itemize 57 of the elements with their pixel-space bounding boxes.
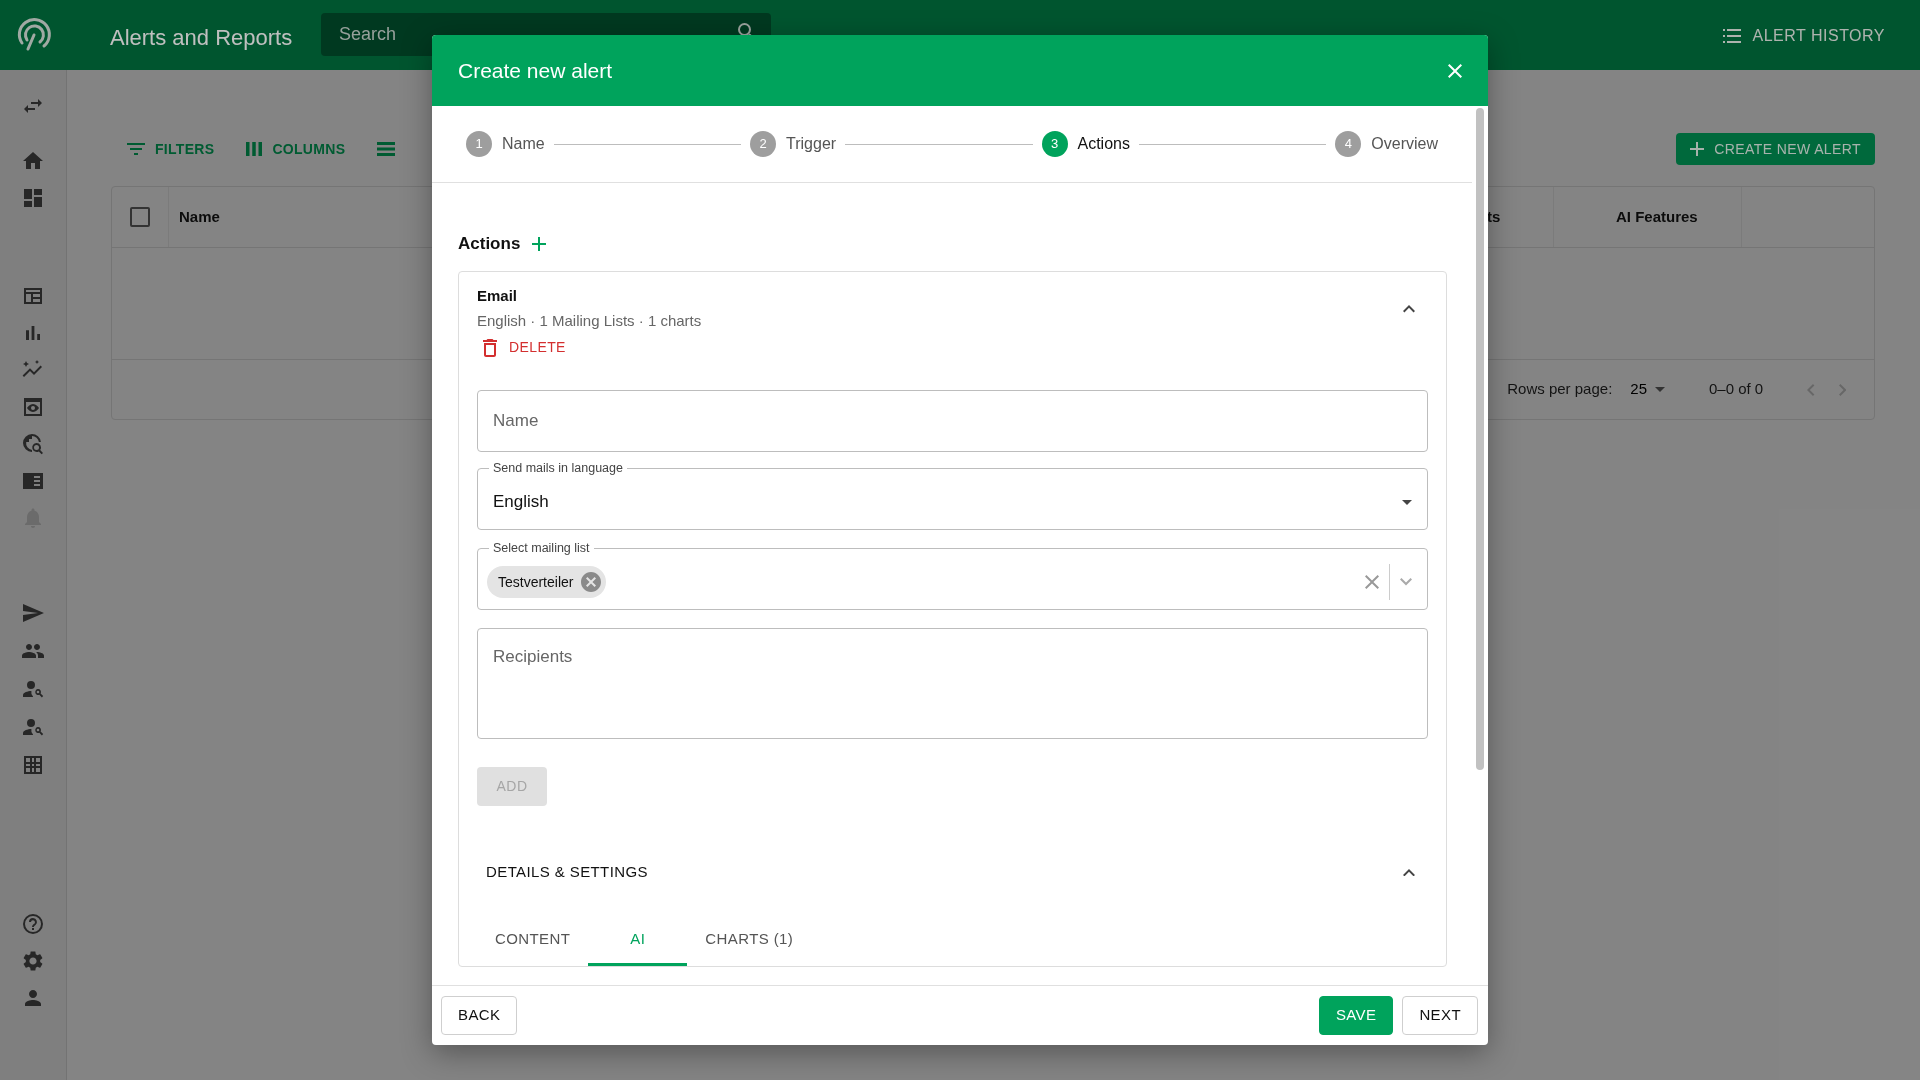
mailing-list-chip[interactable]: Testverteiler — [487, 566, 607, 599]
clear-icon — [1365, 575, 1379, 590]
step-label: Overview — [1371, 134, 1438, 154]
lines-icon — [377, 142, 396, 156]
step-label: Name — [502, 134, 545, 154]
column-header: ts — [1487, 206, 1501, 227]
checkbox[interactable] — [130, 207, 150, 227]
delete-button[interactable]: DELETE — [477, 335, 566, 361]
close-button[interactable] — [1448, 63, 1462, 78]
scrollbar-thumb[interactable] — [1476, 108, 1484, 770]
plus-icon — [532, 237, 547, 252]
caret-icon — [1402, 499, 1412, 505]
collapse-button[interactable] — [1403, 868, 1415, 877]
next-button[interactable]: NEXT — [1402, 996, 1478, 1035]
language-select[interactable]: Send mails in language English — [477, 462, 1428, 531]
close-icon — [1448, 63, 1462, 78]
step-number: 3 — [1041, 131, 1068, 157]
remove-chip-icon — [581, 572, 602, 593]
chevron-down-icon — [1400, 578, 1412, 586]
app-title: Alerts and Reports — [110, 24, 294, 52]
alert-history-button[interactable]: ALERT HISTORY — [1722, 24, 1885, 48]
collapse-button[interactable] — [1403, 305, 1415, 313]
column-header: AI Features — [1616, 206, 1698, 227]
caret-icon — [1655, 387, 1665, 392]
page-range: 0–0 of 0 — [1709, 379, 1764, 400]
details-title: DETAILS & SETTINGS — [486, 863, 648, 882]
back-button[interactable]: BACK — [441, 996, 518, 1035]
tab[interactable]: AI — [588, 914, 688, 966]
rows-per-page-select[interactable]: 25 — [1630, 378, 1665, 401]
chevron-left-icon — [1807, 383, 1815, 396]
action-title: Email — [477, 286, 519, 307]
create-alert-button[interactable]: CREATE NEW ALERT — [1676, 133, 1875, 165]
step-number: 4 — [1335, 131, 1362, 157]
step-label: Trigger — [786, 134, 837, 154]
step-number: 1 — [466, 131, 492, 157]
step-number: 2 — [750, 131, 777, 157]
chevron-up-icon — [1403, 305, 1415, 313]
filter-icon — [127, 143, 145, 155]
mailing-list-select[interactable]: Select mailing list Testverteiler — [477, 542, 1428, 611]
name-field[interactable]: Name — [477, 390, 1428, 453]
chevron-right-icon — [1838, 383, 1846, 396]
chevron-up-icon — [1403, 868, 1415, 877]
step-label: Actions — [1077, 134, 1130, 154]
trash-icon — [483, 338, 497, 357]
add-action-button[interactable] — [532, 237, 547, 252]
action-summary: English · 1 Mailing Lists · 1 charts — [477, 310, 702, 331]
recipients-field[interactable]: Recipients — [477, 628, 1428, 740]
list-icon — [1722, 29, 1741, 43]
dialog-title: Create new alert — [458, 57, 613, 84]
plus-icon — [1690, 142, 1705, 156]
tab[interactable]: CONTENT — [477, 914, 589, 966]
column-header: Name — [179, 206, 220, 227]
rows-per-page-label: Rows per page: — [1507, 379, 1613, 400]
columns-icon — [246, 142, 263, 156]
save-button[interactable]: SAVE — [1318, 996, 1394, 1035]
tab[interactable]: CHARTS (1) — [687, 914, 812, 966]
section-title: Actions — [458, 234, 521, 255]
